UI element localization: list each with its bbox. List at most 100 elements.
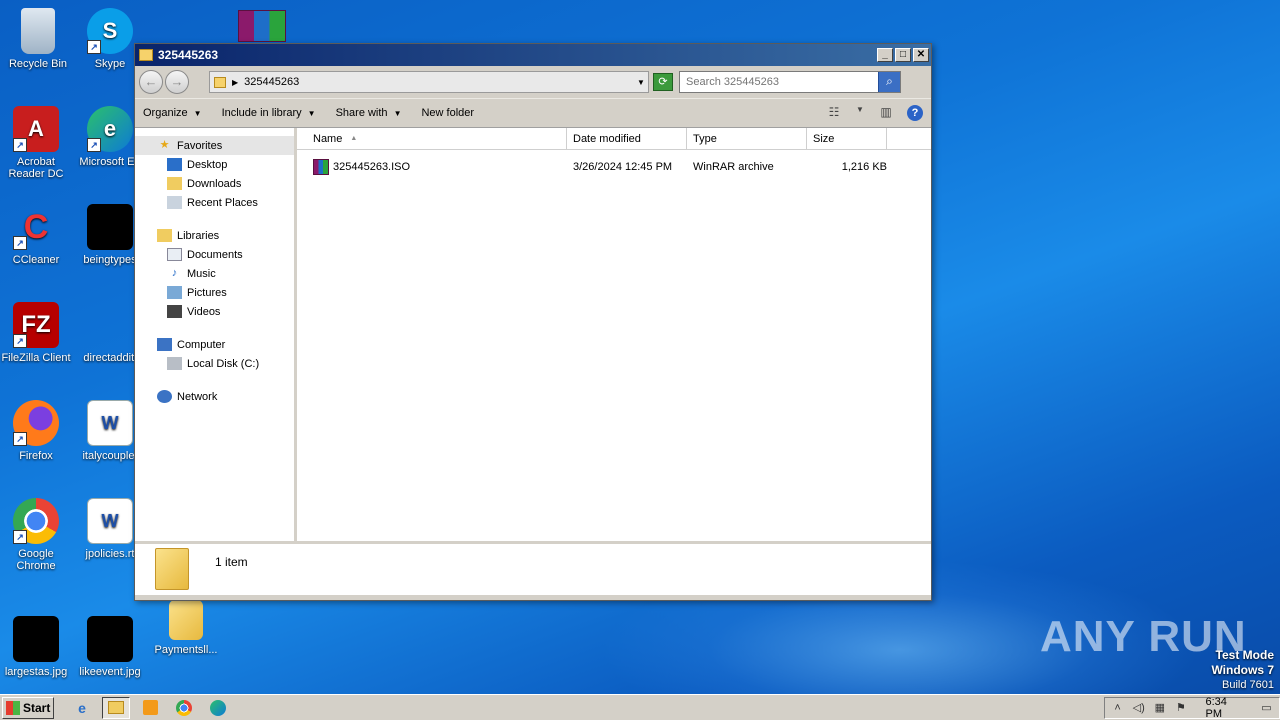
network-icon[interactable]: ▦ (1153, 701, 1166, 714)
action-center-flag-icon[interactable]: ⚑ (1174, 701, 1187, 714)
nav-label: Pictures (187, 286, 227, 299)
start-button[interactable]: Start (2, 696, 54, 719)
desktop-icon-label: Acrobat Reader DC (8, 156, 64, 180)
folder-icon (108, 701, 124, 714)
network-icon (157, 390, 172, 403)
include-in-library-button[interactable]: Include in library ▼ (222, 107, 316, 119)
build-number-line: Build 7601 (1222, 679, 1274, 691)
refresh-button[interactable]: ⟳ (653, 73, 673, 91)
shortcut-arrow-icon: ↗ (87, 138, 101, 152)
search-box[interactable]: ⌕ (679, 71, 901, 93)
column-label: Name (313, 132, 343, 145)
image-file-icon (87, 204, 133, 250)
chevron-down-icon[interactable]: ▼ (851, 105, 869, 121)
file-row[interactable]: 325445263.ISO 3/26/2024 12:45 PM WinRAR … (297, 157, 931, 177)
nav-network[interactable]: Network (135, 387, 294, 406)
nav-recent-places[interactable]: Recent Places (135, 193, 294, 212)
chevron-down-icon: ▼ (193, 108, 202, 118)
shortcut-arrow-icon: ↗ (13, 530, 27, 544)
address-path[interactable]: 325445263 (244, 76, 634, 88)
maximize-button[interactable]: □ (895, 48, 911, 62)
new-folder-button[interactable]: New folder (421, 107, 474, 119)
recent-places-icon (167, 196, 182, 209)
chevron-down-icon[interactable]: ▼ (634, 78, 648, 87)
chevron-down-icon: ▼ (393, 108, 402, 118)
search-input[interactable] (686, 76, 878, 88)
nav-label: Local Disk (C:) (187, 357, 260, 370)
desktop-icon-label: Google Chrome (16, 548, 56, 572)
edge-icon (210, 699, 226, 716)
desktop-icon-chrome[interactable]: ↗ Google Chrome (0, 498, 74, 572)
volume-icon[interactable]: ◁) (1132, 701, 1145, 714)
minimize-button[interactable]: _ (877, 48, 893, 62)
nav-label: Documents (187, 248, 243, 261)
desktop-icon-payments[interactable]: Paymentsll... (148, 600, 224, 656)
file-list[interactable]: Name ▲ Date modified Type Size 325445263.… (297, 128, 931, 541)
nav-downloads[interactable]: Downloads (135, 174, 294, 193)
view-options-icon[interactable]: ☷ (825, 105, 843, 121)
desktop-icon-label: FileZilla Client (1, 352, 71, 364)
image-file-icon (87, 302, 133, 348)
column-header-type[interactable]: Type (687, 128, 807, 149)
column-header-size[interactable]: Size (807, 128, 887, 149)
share-with-button[interactable]: Share with ▼ (336, 107, 402, 119)
folder-icon (214, 76, 226, 88)
nav-documents[interactable]: Documents (135, 245, 294, 264)
show-hidden-icons-icon[interactable]: ˄ (1111, 702, 1124, 714)
explorer-window[interactable]: 325445263 _ □ ✕ ← → ▶ 325445263 ▼ ⟳ ⌕ Or… (134, 43, 932, 601)
show-desktop-icon[interactable]: ▭ (1260, 701, 1273, 714)
windows-version-line: Windows 7 (1211, 663, 1274, 677)
window-title: 325445263 (158, 48, 219, 62)
address-bar[interactable]: ▶ 325445263 ▼ (209, 71, 649, 93)
nav-videos[interactable]: Videos (135, 302, 294, 321)
column-label: Date modified (573, 132, 641, 145)
media-player-icon[interactable] (136, 697, 164, 719)
organize-button[interactable]: Organize ▼ (143, 107, 202, 119)
desktop-icon-acrobat[interactable]: A ↗ Acrobat Reader DC (0, 106, 74, 180)
close-button[interactable]: ✕ (913, 48, 929, 62)
system-tray: ˄ ◁) ▦ ⚑ 6:34 PM ▭ (1104, 696, 1280, 720)
nav-favorites[interactable]: ★ Favorites (135, 136, 294, 155)
help-icon[interactable]: ? (907, 105, 923, 121)
internet-explorer-icon[interactable]: e (68, 697, 96, 719)
back-button[interactable]: ← (139, 70, 163, 94)
desktop-icon-firefox[interactable]: ↗ Firefox (0, 400, 74, 462)
nav-computer[interactable]: Computer (135, 335, 294, 354)
details-pane: 1 item (135, 541, 931, 595)
nav-label: Libraries (177, 229, 220, 242)
breadcrumb-arrow-icon[interactable]: ▶ (232, 78, 238, 87)
edge-taskbar-icon[interactable] (204, 697, 232, 719)
item-count: 1 item (215, 555, 248, 569)
explorer-taskbar-icon[interactable] (102, 696, 130, 719)
desktop-icon-filezilla[interactable]: FZ ↗ FileZilla Client (0, 302, 74, 364)
nav-desktop[interactable]: Desktop (135, 155, 294, 174)
search-icon[interactable]: ⌕ (878, 72, 900, 92)
nav-libraries[interactable]: Libraries (135, 226, 294, 245)
shortcut-arrow-icon: ↗ (13, 138, 27, 152)
test-mode-notice: Test Mode Windows 7 Build 7601 (1211, 648, 1274, 692)
recycle-bin-icon (21, 8, 55, 54)
nav-pictures[interactable]: Pictures (135, 283, 294, 302)
forward-button[interactable]: → (165, 70, 189, 94)
sort-arrow-icon: ▲ (350, 135, 358, 142)
column-label: Type (693, 132, 717, 145)
winrar-icon[interactable] (238, 10, 286, 42)
column-header-name[interactable]: Name ▲ (297, 128, 567, 149)
title-bar[interactable]: 325445263 _ □ ✕ (135, 44, 931, 66)
desktop-icon-largestas[interactable]: largestas.jpg (0, 604, 74, 678)
nav-local-disk[interactable]: Local Disk (C:) (135, 354, 294, 373)
organize-label: Organize (143, 107, 188, 119)
share-label: Share with (335, 107, 388, 119)
windows-logo-icon (6, 700, 20, 715)
preview-pane-icon[interactable]: ▥ (877, 105, 895, 121)
chrome-taskbar-icon[interactable] (170, 697, 198, 719)
desktop-icon-ccleaner[interactable]: C ↗ CCleaner (0, 204, 74, 267)
play-icon (142, 700, 158, 715)
desktop-icon-recycle-bin[interactable]: Recycle Bin (0, 8, 76, 70)
file-name: 325445263.ISO (333, 161, 411, 173)
column-header-date[interactable]: Date modified (567, 128, 687, 149)
desktop-icon-likeevent[interactable]: likeevent.jpg (72, 604, 148, 678)
start-label: Start (23, 700, 51, 715)
nav-music[interactable]: ♪ Music (135, 264, 294, 283)
clock[interactable]: 6:34 PM (1206, 696, 1244, 720)
